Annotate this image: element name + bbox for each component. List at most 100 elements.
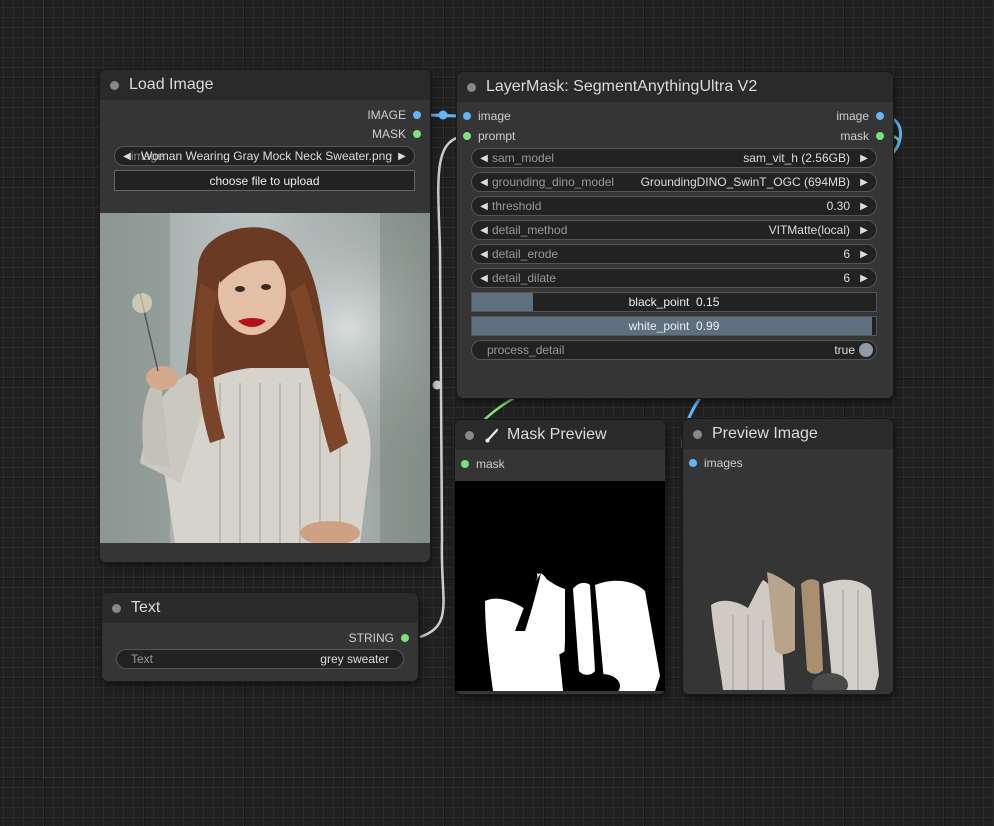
increment-arrow-icon[interactable]: ▶ bbox=[858, 249, 870, 260]
text-title-bar[interactable]: Text bbox=[102, 593, 418, 623]
combo-right-arrow-icon[interactable]: ▶ bbox=[858, 225, 870, 236]
mask-preview-image bbox=[455, 481, 665, 691]
detail-method-label: detail_method bbox=[492, 223, 568, 237]
preview-image-title-bar[interactable]: Preview Image bbox=[683, 419, 893, 449]
output-image-dot-icon[interactable] bbox=[876, 112, 884, 120]
output-mask-dot-icon[interactable] bbox=[876, 132, 884, 140]
input-images-dot-icon[interactable] bbox=[689, 459, 697, 467]
output-string-dot-icon[interactable] bbox=[401, 634, 409, 642]
grounding-dino-model-value: GroundingDINO_SwinT_OGC (694MB) bbox=[640, 175, 850, 189]
detail-erode-number[interactable]: ◀ detail_erode 6 ▶ bbox=[471, 244, 877, 264]
input-image-slot[interactable]: image bbox=[463, 107, 511, 125]
brush-icon bbox=[485, 428, 499, 443]
combo-right-arrow-icon[interactable]: ▶ bbox=[396, 151, 408, 162]
black-point-fill bbox=[472, 293, 533, 311]
output-image-slot[interactable]: image bbox=[836, 107, 884, 125]
decrement-arrow-icon[interactable]: ◀ bbox=[478, 249, 490, 260]
detail-dilate-label: detail_dilate bbox=[492, 271, 557, 285]
combo-right-arrow-icon[interactable]: ▶ bbox=[858, 177, 870, 188]
combo-left-arrow-icon[interactable]: ◀ bbox=[478, 225, 490, 236]
load-image-node[interactable]: Load Image IMAGE MASK ◀ image Woman Wear… bbox=[100, 70, 430, 562]
input-image-dot-icon[interactable] bbox=[463, 112, 471, 120]
segment-title: LayerMask: SegmentAnythingUltra V2 bbox=[486, 78, 758, 95]
black-point-label: black_point bbox=[628, 295, 690, 309]
image-file-value: Woman Wearing Gray Mock Neck Sweater.png bbox=[141, 149, 392, 163]
output-image-slot[interactable]: IMAGE bbox=[367, 106, 421, 124]
preview-image-node[interactable]: Preview Image images bbox=[683, 419, 893, 694]
output-mask-slot[interactable]: MASK bbox=[372, 125, 421, 143]
decrement-arrow-icon[interactable]: ◀ bbox=[478, 273, 490, 284]
input-prompt-dot-icon[interactable] bbox=[463, 132, 471, 140]
increment-arrow-icon[interactable]: ▶ bbox=[858, 201, 870, 212]
text-node[interactable]: Text STRING Text grey sweater bbox=[102, 593, 418, 681]
process-detail-toggle[interactable]: process_detail true bbox=[471, 340, 877, 360]
white-point-label: white_point bbox=[628, 319, 690, 333]
output-string-slot[interactable]: STRING bbox=[349, 629, 409, 647]
input-images-label: images bbox=[704, 456, 743, 470]
detail-method-combo[interactable]: ◀ detail_method VITMatte(local) ▶ bbox=[471, 220, 877, 240]
collapse-dot-icon[interactable] bbox=[112, 603, 121, 613]
input-images-slot[interactable]: images bbox=[689, 454, 743, 472]
detail-dilate-value: 6 bbox=[843, 271, 850, 285]
collapse-dot-icon[interactable] bbox=[110, 80, 119, 90]
output-image-label: IMAGE bbox=[367, 108, 406, 122]
output-image-dot-icon[interactable] bbox=[413, 111, 421, 119]
load-image-title: Load Image bbox=[129, 76, 214, 93]
input-image-label: image bbox=[478, 109, 511, 123]
image-file-combo[interactable]: ◀ image Woman Wearing Gray Mock Neck Swe… bbox=[114, 146, 415, 166]
output-mask-dot-icon[interactable] bbox=[413, 130, 421, 138]
upload-button-label: choose file to upload bbox=[209, 173, 320, 188]
detail-erode-value: 6 bbox=[843, 247, 850, 261]
link-mask-out bbox=[892, 134, 901, 154]
threshold-label: threshold bbox=[492, 199, 542, 213]
collapse-dot-icon[interactable] bbox=[693, 429, 702, 439]
detail-method-value: VITMatte(local) bbox=[768, 223, 850, 237]
toggle-knob-icon[interactable] bbox=[859, 343, 873, 357]
link-image-handle bbox=[438, 110, 448, 120]
choose-file-upload-button[interactable]: choose file to upload bbox=[114, 170, 415, 191]
process-detail-label: process_detail bbox=[487, 343, 565, 357]
load-image-title-bar[interactable]: Load Image bbox=[100, 70, 430, 100]
combo-left-arrow-icon[interactable]: ◀ bbox=[478, 177, 490, 188]
loaded-image-preview bbox=[100, 213, 430, 543]
sam-model-value: sam_vit_h (2.56GB) bbox=[743, 151, 850, 165]
segment-title-bar[interactable]: LayerMask: SegmentAnythingUltra V2 bbox=[457, 72, 893, 102]
combo-left-arrow-icon[interactable]: ◀ bbox=[478, 153, 490, 164]
white-point-text: white_point 0.99 bbox=[629, 319, 720, 333]
black-point-text: black_point 0.15 bbox=[629, 295, 720, 309]
text-widget-value: grey sweater bbox=[320, 652, 389, 666]
black-point-slider[interactable]: black_point 0.15 bbox=[471, 292, 877, 312]
combo-right-arrow-icon[interactable]: ▶ bbox=[858, 153, 870, 164]
grounding-dino-model-label: grounding_dino_model bbox=[492, 175, 615, 189]
sam-model-combo[interactable]: ◀ sam_model sam_vit_h (2.56GB) ▶ bbox=[471, 148, 877, 168]
threshold-value: 0.30 bbox=[826, 199, 850, 213]
input-prompt-slot[interactable]: prompt bbox=[463, 127, 515, 145]
white-point-slider[interactable]: white_point 0.99 bbox=[471, 316, 877, 336]
output-string-label: STRING bbox=[348, 631, 394, 645]
increment-arrow-icon[interactable]: ▶ bbox=[858, 273, 870, 284]
input-mask-dot-icon[interactable] bbox=[461, 460, 469, 468]
sam-model-label: sam_model bbox=[492, 151, 555, 165]
mask-preview-node[interactable]: Mask Preview mask bbox=[455, 420, 665, 694]
preview-result-image bbox=[711, 572, 879, 690]
mask-preview-title-bar[interactable]: Mask Preview bbox=[455, 420, 665, 450]
text-title: Text bbox=[131, 599, 161, 616]
detail-dilate-number[interactable]: ◀ detail_dilate 6 ▶ bbox=[471, 268, 877, 288]
input-mask-slot[interactable]: mask bbox=[461, 455, 505, 473]
grounding-dino-model-combo[interactable]: ◀ grounding_dino_model GroundingDINO_Swi… bbox=[471, 172, 877, 192]
output-mask-slot[interactable]: mask bbox=[840, 127, 884, 145]
detail-erode-label: detail_erode bbox=[492, 247, 559, 261]
segment-anything-node[interactable]: LayerMask: SegmentAnythingUltra V2 image… bbox=[457, 72, 893, 398]
input-mask-label: mask bbox=[476, 457, 505, 471]
collapse-dot-icon[interactable] bbox=[467, 82, 476, 92]
link-midpoint-handle bbox=[432, 380, 442, 390]
text-input-widget[interactable]: Text grey sweater bbox=[116, 649, 404, 669]
text-widget-label: Text bbox=[131, 652, 154, 666]
output-image-label: image bbox=[836, 109, 869, 123]
decrement-arrow-icon[interactable]: ◀ bbox=[478, 201, 490, 212]
output-mask-label: MASK bbox=[371, 127, 406, 141]
threshold-number[interactable]: ◀ threshold 0.30 ▶ bbox=[471, 196, 877, 216]
mask-preview-title: Mask Preview bbox=[507, 426, 607, 443]
preview-image-title: Preview Image bbox=[712, 425, 818, 442]
collapse-dot-icon[interactable] bbox=[465, 430, 474, 440]
